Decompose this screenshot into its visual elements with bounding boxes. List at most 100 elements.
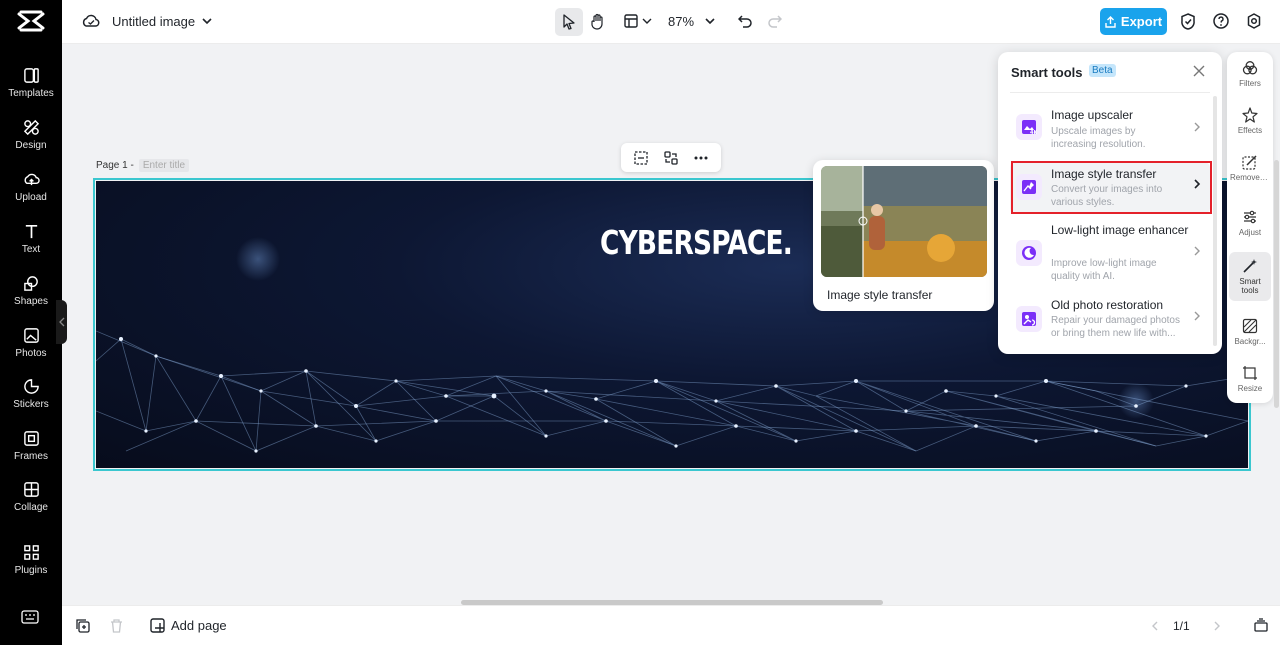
sidebar-collapse-handle[interactable] xyxy=(56,300,67,344)
rail-label: Adjust xyxy=(1238,228,1262,237)
sidebar-item-templates[interactable]: Templates xyxy=(0,67,62,111)
export-button[interactable]: Export xyxy=(1100,8,1167,35)
rail-label: Backgr... xyxy=(1234,337,1266,346)
replace-icon[interactable] xyxy=(664,151,678,165)
text-icon xyxy=(25,224,37,239)
select-tool-button[interactable] xyxy=(555,8,583,36)
sidebar-item-collage[interactable]: Collage xyxy=(0,481,62,525)
page-manager-icon[interactable] xyxy=(1254,618,1268,632)
chevron-left-icon xyxy=(58,317,64,327)
background-icon xyxy=(1242,318,1258,334)
tool-name: Low-light image enhancer xyxy=(1051,223,1189,237)
tool-name: Old photo restoration xyxy=(1051,298,1164,312)
sidebar-item-design[interactable]: Design xyxy=(0,119,62,163)
rail-item-resize[interactable]: Resize xyxy=(1229,365,1271,401)
resize-icon xyxy=(1243,366,1257,380)
photos-icon xyxy=(23,328,39,343)
templates-icon xyxy=(23,68,39,83)
banner-headline[interactable]: CYBERSPACE. xyxy=(600,223,793,262)
rail-item-smart-tools[interactable]: Smart tools xyxy=(1229,252,1271,301)
previous-page-icon[interactable] xyxy=(1151,620,1159,632)
panel-title: Smart tools xyxy=(1011,65,1083,80)
sidebar-item-frames[interactable]: Frames xyxy=(0,430,62,474)
page-count: 1/1 xyxy=(1173,619,1190,633)
tool-preview-card: Image style transfer xyxy=(813,160,994,311)
divider xyxy=(1010,92,1210,93)
filters-icon xyxy=(1242,61,1258,75)
chevron-right-icon xyxy=(1194,311,1200,321)
tool-old-photo-restoration[interactable]: Old photo restoration Repair your damage… xyxy=(1010,294,1210,348)
page-title-input[interactable]: Enter title xyxy=(138,159,190,172)
rail-item-background[interactable]: Backgr... xyxy=(1229,318,1271,360)
select-area-icon[interactable] xyxy=(634,151,648,165)
export-label: Export xyxy=(1120,14,1163,29)
tool-description: Upscale images by increasing resolution. xyxy=(1051,126,1146,150)
svg-text:4K: 4K xyxy=(1030,130,1037,135)
tool-image-upscaler[interactable]: 4K Image upscaler Upscale images by incr… xyxy=(1010,102,1210,156)
chevron-down-icon[interactable] xyxy=(704,16,716,26)
sidebar-item-plugins[interactable]: Plugins xyxy=(0,544,62,588)
duplicate-page-icon[interactable] xyxy=(76,619,90,633)
adjust-sliders-icon xyxy=(1244,210,1256,224)
collage-icon xyxy=(23,482,39,497)
add-page-icon xyxy=(150,618,165,633)
sidebar-item-label: Photos xyxy=(15,348,47,359)
style-transfer-preview-image xyxy=(821,166,987,277)
add-page-button[interactable]: Add page xyxy=(150,618,227,633)
page-number-label: Page 1 - xyxy=(96,160,134,171)
zoom-level[interactable]: 87% xyxy=(668,14,694,29)
document-title[interactable]: Untitled image xyxy=(112,14,195,29)
rail-item-filters[interactable]: Filters xyxy=(1229,60,1271,102)
cloud-save-icon[interactable] xyxy=(82,13,100,29)
rail-label: Resize xyxy=(1237,384,1263,393)
rail-label: Smart tools xyxy=(1239,277,1261,295)
next-page-icon[interactable] xyxy=(1213,620,1221,632)
settings-gear-icon[interactable] xyxy=(1246,13,1262,29)
effects-icon xyxy=(1242,107,1258,123)
sidebar-item-label: Shapes xyxy=(14,296,48,307)
sidebar-item-text[interactable]: Text xyxy=(0,223,62,267)
shield-icon[interactable] xyxy=(1180,13,1196,30)
rail-item-remove-background[interactable]: Remove backgr... xyxy=(1229,154,1271,200)
panel-scrollbar[interactable] xyxy=(1213,96,1217,346)
rail-item-adjust[interactable]: Adjust xyxy=(1229,209,1271,245)
close-icon[interactable] xyxy=(1193,65,1205,77)
capcut-logo-icon[interactable] xyxy=(16,10,46,34)
undo-icon[interactable] xyxy=(738,14,752,28)
chevron-down-icon[interactable] xyxy=(642,17,652,25)
vertical-scrollbar[interactable] xyxy=(1274,160,1279,408)
sidebar-item-photos[interactable]: Photos xyxy=(0,327,62,371)
top-bar: Untitled image 87% Export xyxy=(62,0,1280,44)
chevron-down-icon[interactable] xyxy=(201,16,213,26)
floating-toolbar xyxy=(621,143,721,172)
sidebar-item-label: Design xyxy=(15,140,47,151)
help-icon[interactable] xyxy=(1213,13,1229,29)
photo-restoration-icon xyxy=(1016,306,1042,332)
keyboard-shortcuts-icon[interactable] xyxy=(21,610,39,624)
layout-icon[interactable] xyxy=(624,14,638,28)
sidebar-item-label: Plugins xyxy=(14,565,48,576)
sidebar-item-label: Frames xyxy=(14,451,48,462)
more-options-icon[interactable] xyxy=(694,156,708,160)
redo-icon[interactable] xyxy=(768,14,782,28)
remove-background-icon xyxy=(1242,155,1257,170)
sidebar-item-label: Stickers xyxy=(13,399,49,410)
add-page-label: Add page xyxy=(171,618,227,633)
tool-low-light-enhancer[interactable]: Low-light image enhancer Improve low-lig… xyxy=(1010,220,1210,288)
stickers-icon xyxy=(23,379,39,394)
chevron-right-icon xyxy=(1194,246,1200,256)
delete-page-icon[interactable] xyxy=(110,619,123,633)
design-icon xyxy=(23,119,39,136)
sidebar-item-upload[interactable]: Upload xyxy=(0,171,62,215)
rail-item-effects[interactable]: Effects xyxy=(1229,107,1271,149)
sidebar-item-shapes[interactable]: Shapes xyxy=(0,275,62,319)
preview-label: Image style transfer xyxy=(827,288,933,302)
upload-icon xyxy=(24,173,40,186)
magic-wand-icon xyxy=(1243,259,1257,273)
rail-label: Filters xyxy=(1239,79,1261,88)
hand-tool-icon[interactable] xyxy=(590,13,606,30)
sidebar-item-stickers[interactable]: Stickers xyxy=(0,378,62,422)
upscaler-icon: 4K xyxy=(1016,114,1042,140)
left-sidebar: Templates Design Upload Text Shapes Phot… xyxy=(0,0,62,645)
chevron-right-icon xyxy=(1194,122,1200,132)
